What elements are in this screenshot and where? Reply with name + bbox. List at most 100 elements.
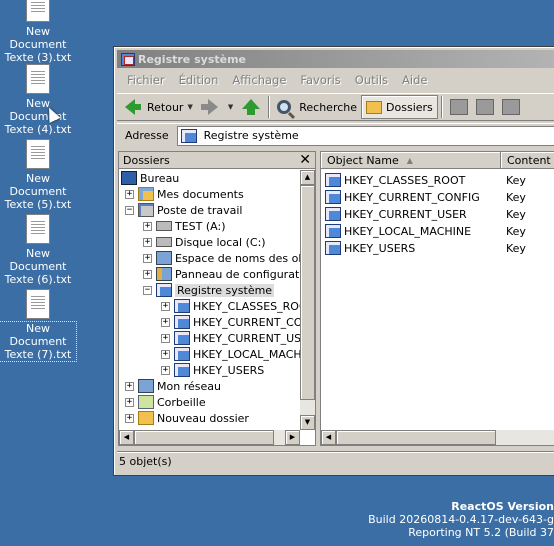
scroll-thumb[interactable] [300,185,315,400]
menu-affichage[interactable]: Affichage [225,71,293,89]
column-header-content-type[interactable]: Content T [501,152,554,169]
scroll-up-button[interactable]: ▲ [300,170,315,185]
scroll-left-button[interactable]: ◀ [321,430,336,445]
views-icon [501,99,520,115]
expand-icon[interactable]: + [161,317,170,327]
scroll-down-button[interactable]: ▼ [300,415,315,430]
expand-icon[interactable]: + [161,333,170,343]
tree-item-poste-de-travail[interactable]: − Poste de travail [125,202,242,218]
tree-item-hkey-users[interactable]: + HKEY_USERS [161,362,264,378]
status-bar: 5 objet(s) [117,451,554,471]
chevron-down-icon[interactable]: ▼ [228,103,233,111]
expand-icon[interactable]: + [143,221,152,231]
menu-fichier[interactable]: Fichier [120,71,172,89]
list-item[interactable]: HKEY_USERS Key [325,240,526,256]
address-field[interactable]: Registre système [176,125,554,146]
menu-edition[interactable]: Édition [172,71,226,89]
list-item[interactable]: HKEY_LOCAL_MACHINE Key [325,223,526,239]
tree-item-panneau-de-configuration[interactable]: + Panneau de configuration [143,266,300,282]
tree-item-label: HKEY_CLASSES_ROOT [193,299,300,313]
expand-icon[interactable]: + [161,349,170,359]
tree-item-hkey-current-user[interactable]: + HKEY_CURRENT_USER [161,330,300,346]
list-horizontal-scrollbar[interactable]: ◀ [321,430,554,445]
tree-horizontal-scrollbar[interactable]: ◀ ▶ [119,430,300,445]
close-icon[interactable]: ✕ [299,153,315,167]
copy-to-button[interactable] [472,95,498,119]
registry-key-icon [325,207,341,221]
tree-item-label: Mon réseau [157,379,221,393]
address-value: Registre système [203,129,299,142]
desktop-file-icon[interactable]: New Document Texte (7).txt [0,289,77,362]
text-document-icon [26,139,50,169]
search-button[interactable]: Recherche [273,95,361,119]
tree-item-nouveau-dossier[interactable]: + Nouveau dossier [125,410,249,426]
toolbar: Retour ▼ ▼ Recherche Dossiers [117,93,554,121]
documents-icon [138,187,154,201]
expand-icon[interactable]: + [125,381,134,391]
collapse-icon[interactable]: − [125,205,134,215]
tree-item-registre-systeme[interactable]: − Registre système [143,282,275,298]
desktop-file-icon[interactable]: New Document Texte (3).txt [0,0,76,64]
registry-key-icon [325,173,341,187]
folder-tree: Bureau + Mes documents − Poste de travail … [119,170,300,430]
scroll-left-button[interactable]: ◀ [119,430,134,445]
tree-item-hkey-classes-root[interactable]: + HKEY_CLASSES_ROOT [161,298,300,314]
contents-pane: Object Name ▲ Content T HKEY_CLASSES_ROO… [320,151,554,446]
back-arrow-icon [125,99,141,115]
registry-key-icon [174,347,190,361]
list-item[interactable]: HKEY_CURRENT_USER Key [325,206,526,222]
expand-icon[interactable]: + [161,301,170,311]
tree-item-mon-reseau[interactable]: + Mon réseau [125,378,221,394]
sort-ascending-icon: ▲ [406,155,413,165]
expand-icon[interactable]: + [125,397,134,407]
tree-item-label: Poste de travail [157,203,243,217]
tree-item-mes-documents[interactable]: + Mes documents [125,186,244,202]
item-type: Key [506,241,526,255]
menu-favoris[interactable]: Favoris [293,71,347,89]
tree-item-hkey-local-machine[interactable]: + HKEY_LOCAL_MACHINE [161,346,300,362]
tree-item-bureau[interactable]: Bureau [121,170,179,186]
chevron-down-icon[interactable]: ▼ [187,103,192,111]
tree-item-label: Disque local (C:) [175,235,266,249]
tree-item-espace-de-noms[interactable]: + Espace de noms des objet [143,250,300,266]
tree-item-hkey-current-config[interactable]: + HKEY_CURRENT_CONFIG [161,314,300,330]
collapse-icon[interactable]: − [143,285,152,295]
desktop-file-label: New Document Texte (5).txt [4,172,72,211]
desktop-file-icon[interactable]: New Document Texte (4).txt [0,64,76,136]
desktop-file-icon[interactable]: New Document Texte (5).txt [0,139,76,211]
list-item[interactable]: HKEY_CLASSES_ROOT Key [325,172,526,188]
menu-outils[interactable]: Outils [348,71,395,89]
item-name: HKEY_CLASSES_ROOT [344,173,466,187]
expand-icon[interactable]: + [125,413,134,423]
move-to-button[interactable] [446,95,472,119]
scroll-thumb[interactable] [134,430,274,445]
up-button[interactable] [237,95,265,119]
title-bar[interactable]: Registre système [117,50,554,68]
move-to-icon [449,99,468,115]
expand-icon[interactable]: + [143,253,152,263]
forward-button[interactable]: ▼ [197,95,237,119]
scroll-thumb[interactable] [336,430,496,445]
scroll-right-button[interactable]: ▶ [285,430,300,445]
tree-vertical-scrollbar[interactable]: ▲ ▼ [300,170,315,430]
status-text: 5 objet(s) [119,455,172,468]
list-item[interactable]: HKEY_CURRENT_CONFIG Key [325,189,526,205]
expand-icon[interactable]: + [125,189,134,199]
expand-icon[interactable]: + [161,365,170,375]
back-button[interactable]: Retour ▼ [117,95,197,119]
desktop-file-label: New Document Texte (3).txt [4,25,72,64]
column-header-object-name[interactable]: Object Name ▲ [321,152,501,169]
item-type: Key [506,207,526,221]
views-button[interactable] [498,95,524,119]
desktop-file-icon[interactable]: New Document Texte (6).txt [0,214,76,286]
desktop-file-label: New Document Texte (6).txt [4,247,72,286]
expand-icon[interactable]: + [143,237,152,247]
menu-aide[interactable]: Aide [395,71,434,89]
tree-item-disque-local-c[interactable]: + Disque local (C:) [143,234,266,250]
folders-button[interactable]: Dossiers [361,95,438,119]
tree-item-test-a[interactable]: + TEST (A:) [143,218,226,234]
tree-item-corbeille[interactable]: + Corbeille [125,394,206,410]
toolbar-separator [440,96,443,118]
item-type: Key [506,224,526,238]
expand-icon[interactable]: + [143,269,152,279]
